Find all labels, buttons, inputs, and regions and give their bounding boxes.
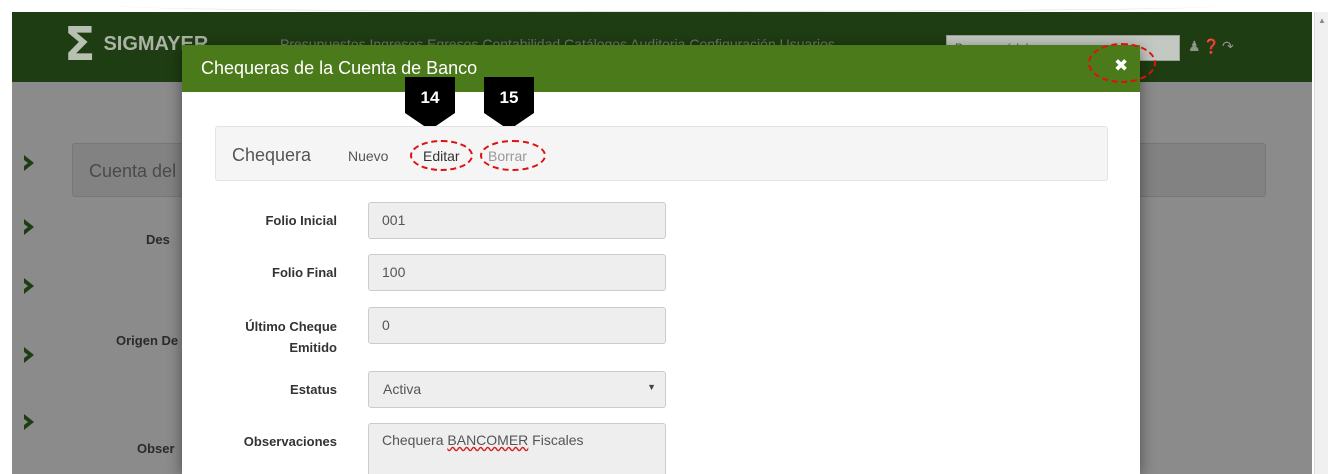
chequeras-modal: Chequeras de la Cuenta de Banco ✖ 14 15 …: [182, 43, 1156, 474]
page-scrollbar[interactable]: ▲: [1314, 12, 1328, 474]
observaciones-textarea[interactable]: Chequera BANCOMER Fiscales: [368, 423, 666, 474]
folio-final-label: Folio Final: [272, 265, 337, 280]
sidebar-chevron-icon[interactable]: [20, 345, 40, 365]
estatus-select[interactable]: Activa ▼: [368, 371, 666, 408]
ultimo-cheque-label-line1: Último Cheque: [245, 319, 337, 334]
observaciones-text-b: BANCOMER: [447, 432, 529, 448]
chequera-toolbar: Chequera Nuevo Editar Borrar: [215, 126, 1108, 181]
bg-label-observaciones: Obser: [137, 441, 175, 456]
estatus-selected-value: Activa: [383, 381, 422, 397]
callout-number: 15: [484, 77, 534, 113]
modal-title: Chequeras de la Cuenta de Banco: [201, 58, 478, 78]
borrar-highlight-circle: [480, 140, 546, 171]
logout-icon[interactable]: ↷: [1222, 38, 1236, 54]
callout-marker-14: 14: [405, 77, 455, 130]
sigma-logo-icon: Σ: [64, 17, 96, 71]
observaciones-label: Observaciones: [243, 434, 337, 449]
editar-highlight-circle: [410, 140, 473, 171]
callout-number: 14: [405, 77, 455, 113]
folio-inicial-label: Folio Inicial: [265, 213, 337, 228]
bg-label-descripcion: Des: [146, 232, 170, 247]
observaciones-text-a: Chequera: [382, 432, 448, 448]
user-icon[interactable]: ♟: [1188, 38, 1203, 54]
sidebar-chevron-icon[interactable]: [20, 276, 40, 296]
close-highlight-circle: [1088, 43, 1156, 83]
modal-header: Chequeras de la Cuenta de Banco ✖: [182, 43, 1156, 92]
toolbar-title: Chequera: [232, 145, 312, 165]
ultimo-cheque-label: Último Cheque Emitido: [245, 316, 337, 358]
bg-label-origen: Origen De: [116, 333, 179, 348]
sidebar-chevron-icon[interactable]: [20, 217, 40, 237]
account-panel-title: Cuenta del: [89, 161, 177, 181]
sidebar-chevron-icon[interactable]: [20, 412, 40, 432]
folio-final-input[interactable]: 100: [368, 254, 666, 291]
observaciones-text-c: Fiscales: [528, 432, 584, 448]
dropdown-caret-icon: ▼: [647, 382, 656, 392]
nuevo-button[interactable]: Nuevo: [348, 148, 388, 164]
ultimo-cheque-input[interactable]: 0: [368, 307, 666, 344]
folio-inicial-input[interactable]: 001: [368, 202, 666, 239]
ultimo-cheque-label-line2: Emitido: [289, 340, 337, 355]
top-strip: [0, 0, 1314, 12]
scroll-up-icon[interactable]: ▲: [1318, 16, 1326, 25]
estatus-label: Estatus: [290, 382, 337, 397]
sidebar-chevron-icon[interactable]: [20, 153, 40, 173]
callout-marker-15: 15: [484, 77, 534, 130]
help-icon[interactable]: ❓: [1203, 38, 1222, 54]
nav-icons: ♟❓↷: [1188, 38, 1236, 55]
